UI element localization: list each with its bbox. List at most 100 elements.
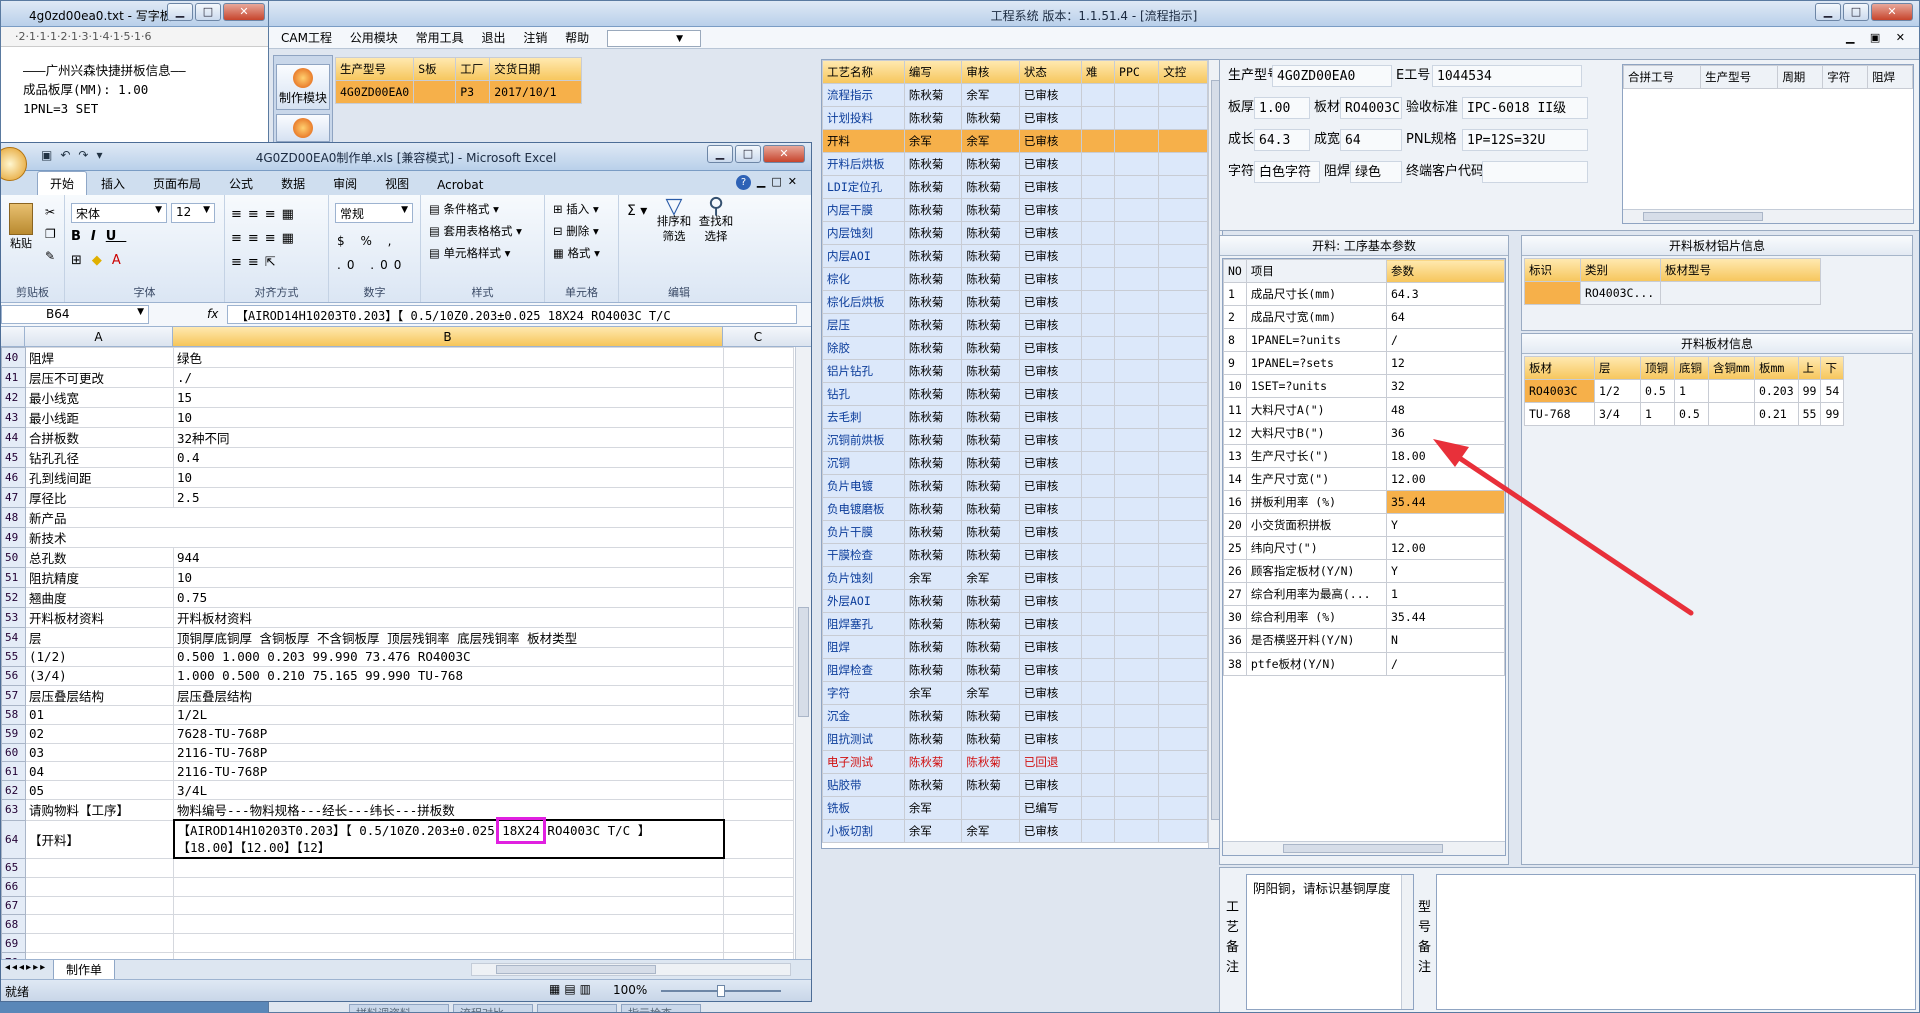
table-row[interactable]: 12 大料尺寸B(") 36: [1223, 420, 1505, 445]
tab[interactable]: 流程对比: [453, 1004, 533, 1012]
cell[interactable]: 26: [1223, 559, 1247, 584]
copy-icon[interactable]: ❐: [45, 227, 56, 241]
table-row[interactable]: 25 纬向尺寸(") 12.00: [1223, 536, 1505, 561]
cell[interactable]: 已审核: [1018, 313, 1082, 337]
conditional-format-button[interactable]: ▤ 条件格式 ▾: [429, 201, 499, 217]
cell[interactable]: 已审核: [1018, 359, 1082, 383]
table-row[interactable]: 68: [1, 914, 794, 935]
cell[interactable]: 小板切割: [822, 819, 905, 843]
cell[interactable]: 陈秋菊: [903, 221, 963, 245]
table-row[interactable]: 负片干膜 陈秋菊 陈秋菊 已审核: [822, 520, 1208, 544]
cell[interactable]: [1114, 198, 1160, 222]
cell[interactable]: 字符: [822, 681, 905, 705]
table-row[interactable]: 负片电镀 陈秋菊 陈秋菊 已审核: [822, 474, 1208, 498]
cell[interactable]: [1158, 819, 1208, 843]
table-row[interactable]: 57 层压叠层结构 层压叠层结构: [1, 684, 794, 706]
cell[interactable]: [1114, 727, 1160, 751]
table-row[interactable]: 59 02 7628-TU-768P: [1, 723, 794, 744]
tab[interactable]: [537, 1004, 617, 1012]
cell[interactable]: [1080, 566, 1116, 590]
cell[interactable]: [1114, 796, 1160, 820]
table-row[interactable]: 2 成品尺寸宽(mm) 64: [1223, 305, 1505, 330]
cell[interactable]: (1/2): [25, 647, 174, 667]
cell[interactable]: 陈秋菊: [903, 451, 963, 475]
cell[interactable]: [1158, 405, 1208, 429]
cell[interactable]: [1158, 658, 1208, 682]
cell[interactable]: [1080, 520, 1116, 544]
cell[interactable]: (3/4): [25, 665, 174, 686]
col-header[interactable]: 底铜: [1674, 356, 1709, 380]
cell[interactable]: [723, 567, 794, 588]
cell[interactable]: 已审核: [1018, 382, 1082, 406]
row-number[interactable]: 51: [1, 567, 26, 588]
cell[interactable]: [723, 607, 794, 628]
cell[interactable]: [1158, 474, 1208, 498]
cell[interactable]: 大料尺寸A("): [1245, 397, 1388, 422]
table-row[interactable]: 干膜检查 陈秋菊 陈秋菊 已审核: [822, 543, 1208, 567]
params-hscroll[interactable]: [1223, 841, 1505, 855]
cell[interactable]: [1114, 267, 1160, 291]
cell[interactable]: 12: [1223, 420, 1247, 445]
table-row[interactable]: 4G0ZD00EA0 P3 2017/10/1: [334, 80, 583, 104]
cell[interactable]: 余军: [961, 681, 1020, 705]
cell[interactable]: 去毛刺: [822, 405, 905, 429]
cell[interactable]: [1158, 589, 1208, 613]
cell[interactable]: 陈秋菊: [961, 474, 1020, 498]
cell[interactable]: [723, 427, 794, 448]
row-number[interactable]: 54: [1, 627, 26, 648]
table-row[interactable]: 阻焊 陈秋菊 陈秋菊 已审核: [822, 635, 1208, 659]
cell[interactable]: 9: [1223, 351, 1247, 376]
maximize-icon[interactable]: □: [1843, 3, 1869, 21]
close-icon[interactable]: ✕: [1871, 3, 1913, 21]
table-row[interactable]: 9 1PANEL=?sets 12: [1223, 351, 1505, 376]
table-row[interactable]: 棕化 陈秋菊 陈秋菊 已审核: [822, 267, 1208, 291]
selected-cell[interactable]: 【AIROD14H10203T0.203】【 0.5/10Z0.203±0.02…: [172, 817, 725, 860]
cell[interactable]: 干膜检查: [822, 543, 905, 567]
cell[interactable]: 64: [1386, 305, 1505, 330]
border-fill-buttons[interactable]: ⊞◆A: [71, 253, 131, 268]
tab-acrobat[interactable]: Acrobat: [423, 175, 497, 195]
table-row[interactable]: 铝片钻孔 陈秋菊 陈秋菊 已审核: [822, 359, 1208, 383]
fx-icon[interactable]: fx: [207, 307, 218, 321]
col-header[interactable]: 层: [1594, 356, 1641, 380]
cell[interactable]: Y: [1386, 512, 1505, 538]
cell[interactable]: 陈秋菊: [961, 727, 1020, 751]
cell[interactable]: 陈秋菊: [903, 382, 963, 406]
col-header[interactable]: 下: [1820, 356, 1845, 380]
cell[interactable]: [723, 367, 794, 388]
cell[interactable]: 余军: [903, 681, 963, 705]
cell[interactable]: 余军: [961, 566, 1020, 590]
cell[interactable]: 陈秋菊: [961, 152, 1020, 176]
table-row[interactable]: 63 请购物料【工序】 物料编号---物料规格---经长---纬长---拼板数: [1, 799, 794, 821]
cell[interactable]: 55: [1797, 402, 1822, 426]
minimize-icon[interactable]: ▁: [1815, 3, 1841, 21]
menu-help[interactable]: 帮助: [565, 31, 589, 45]
cell[interactable]: 阻焊: [25, 347, 174, 368]
field-value[interactable]: 白色字符: [1254, 161, 1320, 183]
cell[interactable]: [1158, 566, 1208, 590]
cell[interactable]: [1114, 566, 1160, 590]
field-value[interactable]: 绿色: [1350, 161, 1402, 183]
cell[interactable]: 35.44: [1386, 605, 1505, 630]
cell[interactable]: [1080, 474, 1116, 498]
tab-view[interactable]: 视图: [371, 172, 423, 195]
cell[interactable]: [1080, 428, 1116, 452]
close-icon[interactable]: ✕: [763, 145, 805, 163]
cell[interactable]: [1158, 313, 1208, 337]
cell[interactable]: 贴胶带: [822, 773, 905, 797]
table-row[interactable]: 去毛刺 陈秋菊 陈秋菊 已审核: [822, 405, 1208, 429]
table-row[interactable]: 27 综合利用率为最高(... 1: [1223, 582, 1505, 607]
cell[interactable]: [1158, 520, 1208, 544]
module-icon-button[interactable]: [276, 114, 330, 142]
cell[interactable]: 陈秋菊: [903, 658, 963, 682]
field-value[interactable]: 64.3: [1254, 129, 1310, 151]
col-header[interactable]: PPC: [1114, 60, 1160, 84]
col-header[interactable]: C: [723, 327, 793, 346]
table-row[interactable]: 51 阻抗精度 10: [1, 567, 794, 588]
col-header[interactable]: 生产型号: [334, 57, 415, 81]
sheet-nav-icon[interactable]: ◂◂◂▸▸▸: [5, 962, 47, 973]
cell[interactable]: 阻抗测试: [822, 727, 905, 751]
row-number[interactable]: 44: [1, 427, 26, 448]
cell[interactable]: 余军: [903, 819, 963, 843]
cell[interactable]: [1080, 313, 1116, 337]
